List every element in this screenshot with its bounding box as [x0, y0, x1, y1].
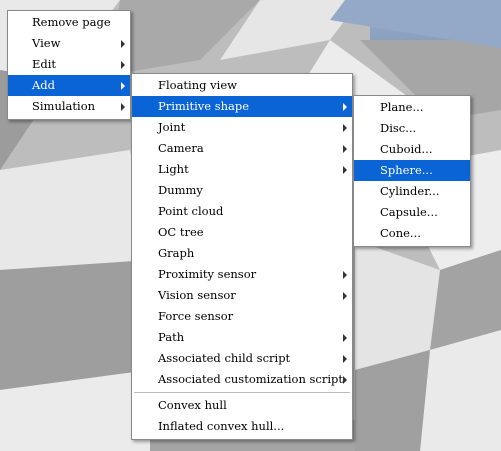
menu-item-label: Add [32, 78, 56, 92]
menu-item-inflated-convex-hull[interactable]: Inflated convex hull... [132, 416, 352, 437]
menu-item-label: Point cloud [158, 204, 224, 218]
menu-item-label: Cone... [380, 226, 421, 240]
menu-item-associated-child-script[interactable]: Associated child script [132, 348, 352, 369]
menu-item-label: OC tree [158, 225, 204, 239]
menu-item-view[interactable]: View [8, 33, 130, 54]
menu-item-label: Associated customization script [158, 372, 344, 386]
menu-item-point-cloud[interactable]: Point cloud [132, 201, 352, 222]
menu-item-path[interactable]: Path [132, 327, 352, 348]
submenu-arrow-icon [343, 376, 347, 384]
menu-item-label: Dummy [158, 183, 203, 197]
menu-item-label: Joint [158, 120, 186, 134]
menu-item-joint[interactable]: Joint [132, 117, 352, 138]
submenu-arrow-icon [343, 334, 347, 342]
menu-item-label: Disc... [380, 121, 417, 135]
menu-item-label: Remove page [32, 15, 111, 29]
menu-item-label: Simulation [32, 99, 96, 113]
menu-item-label: Edit [32, 57, 57, 71]
menu-item-label: Vision sensor [158, 288, 236, 302]
menu-item-sphere[interactable]: Sphere... [354, 160, 470, 181]
menu-item-cuboid[interactable]: Cuboid... [354, 139, 470, 160]
menu-item-camera[interactable]: Camera [132, 138, 352, 159]
submenu-arrow-icon [343, 124, 347, 132]
menu-item-label: Convex hull [158, 398, 227, 412]
menu-item-disc[interactable]: Disc... [354, 118, 470, 139]
menu-item-light[interactable]: Light [132, 159, 352, 180]
menu-item-remove-page[interactable]: Remove page [8, 12, 130, 33]
menu-item-add[interactable]: Add [8, 75, 130, 96]
submenu-arrow-icon [343, 271, 347, 279]
menu-item-dummy[interactable]: Dummy [132, 180, 352, 201]
menu-item-floating-view[interactable]: Floating view [132, 75, 352, 96]
menu-item-convex-hull[interactable]: Convex hull [132, 395, 352, 416]
menu-item-associated-customization-script[interactable]: Associated customization script [132, 369, 352, 390]
submenu-arrow-icon [121, 40, 125, 48]
menu-item-plane[interactable]: Plane... [354, 97, 470, 118]
menu-item-label: Light [158, 162, 189, 176]
menu-item-label: Camera [158, 141, 204, 155]
menu-item-cylinder[interactable]: Cylinder... [354, 181, 470, 202]
menu-item-label: Associated child script [158, 351, 291, 365]
submenu-arrow-icon [121, 82, 125, 90]
menu-item-label: Cylinder... [380, 184, 440, 198]
submenu-arrow-icon [343, 145, 347, 153]
menu-separator [134, 392, 350, 393]
menu-item-label: Floating view [158, 78, 237, 92]
menu-item-label: Inflated convex hull... [158, 419, 285, 433]
menu-item-label: View [32, 36, 61, 50]
menu-item-force-sensor[interactable]: Force sensor [132, 306, 352, 327]
menu-item-label: Force sensor [158, 309, 234, 323]
menu-item-vision-sensor[interactable]: Vision sensor [132, 285, 352, 306]
context-menu: Remove page View Edit Add Simulation [7, 10, 131, 120]
submenu-arrow-icon [121, 61, 125, 69]
submenu-arrow-icon [343, 103, 347, 111]
add-submenu: Floating view Primitive shape Joint Came… [131, 73, 353, 440]
menu-item-label: Proximity sensor [158, 267, 257, 281]
menu-item-label: Plane... [380, 100, 424, 114]
menu-item-label: Cuboid... [380, 142, 433, 156]
submenu-arrow-icon [121, 103, 125, 111]
menu-item-oc-tree[interactable]: OC tree [132, 222, 352, 243]
menu-item-simulation[interactable]: Simulation [8, 96, 130, 117]
submenu-arrow-icon [343, 355, 347, 363]
menu-item-proximity-sensor[interactable]: Proximity sensor [132, 264, 352, 285]
menu-item-graph[interactable]: Graph [132, 243, 352, 264]
menu-item-label: Primitive shape [158, 99, 250, 113]
menu-item-label: Capsule... [380, 205, 438, 219]
menu-item-primitive-shape[interactable]: Primitive shape [132, 96, 352, 117]
menu-item-label: Path [158, 330, 185, 344]
menu-item-edit[interactable]: Edit [8, 54, 130, 75]
menu-item-label: Sphere... [380, 163, 433, 177]
menu-item-capsule[interactable]: Capsule... [354, 202, 470, 223]
submenu-arrow-icon [343, 292, 347, 300]
menu-item-label: Graph [158, 246, 195, 260]
menu-item-cone[interactable]: Cone... [354, 223, 470, 244]
submenu-arrow-icon [343, 166, 347, 174]
primitive-shape-submenu: Plane... Disc... Cuboid... Sphere... Cyl… [353, 95, 471, 247]
